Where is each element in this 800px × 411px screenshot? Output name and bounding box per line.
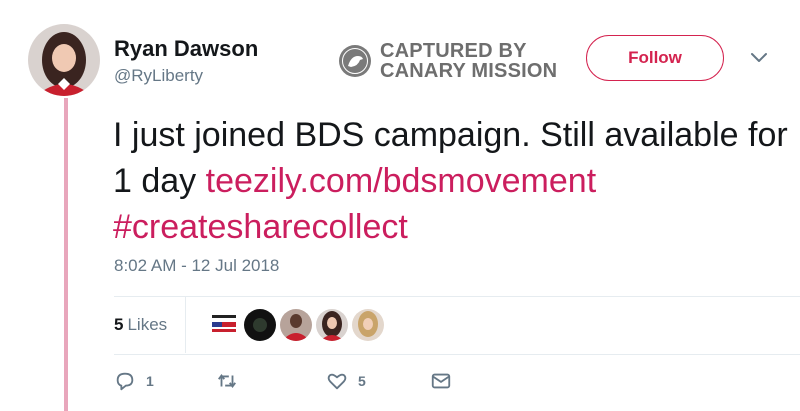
liker-avatar[interactable] — [208, 309, 241, 341]
chevron-down-icon[interactable] — [750, 52, 768, 64]
direct-message-button[interactable] — [430, 370, 452, 392]
reply-count: 1 — [146, 373, 154, 389]
canary-seal-icon — [339, 45, 371, 77]
liker-avatar[interactable] — [316, 309, 349, 341]
likes-number: 5 — [114, 315, 124, 334]
user-handle[interactable]: @RyLiberty — [114, 66, 203, 86]
like-count: 5 — [358, 373, 366, 389]
divider — [114, 354, 800, 355]
avatar[interactable] — [28, 24, 100, 96]
envelope-icon — [431, 373, 451, 389]
follow-button[interactable]: Follow — [586, 35, 724, 81]
reply-icon — [116, 372, 134, 391]
divider — [185, 297, 187, 353]
likes-count[interactable]: 5 Likes — [114, 315, 167, 335]
watermark-line1: CAPTURED BY — [380, 40, 527, 62]
liker-avatar[interactable] — [352, 309, 385, 341]
thread-line — [64, 98, 68, 411]
liker-avatars — [208, 309, 388, 341]
retweet-icon — [218, 373, 236, 389]
canary-mission-watermark: CAPTURED BY CANARY MISSION — [338, 41, 557, 81]
watermark-line2: CANARY MISSION — [380, 60, 558, 82]
display-name[interactable]: Ryan Dawson — [114, 36, 258, 62]
likes-row: 5 Likes — [114, 297, 794, 353]
heart-icon — [327, 373, 347, 390]
tweet-timestamp[interactable]: 8:02 AM - 12 Jul 2018 — [114, 256, 279, 276]
tweet-hashtag[interactable]: #createsharecollect — [113, 208, 408, 246]
likes-label: Likes — [127, 315, 168, 334]
tweet-text: I just joined BDS campaign. Still availa… — [113, 112, 793, 250]
reply-button[interactable]: 1 — [114, 370, 154, 392]
retweet-button[interactable] — [216, 370, 248, 392]
liker-avatar[interactable] — [244, 309, 277, 341]
liker-avatar[interactable] — [280, 309, 313, 341]
tweet-actions: 1 5 — [114, 370, 514, 400]
tweet-link[interactable]: teezily.com/bdsmovement — [206, 162, 597, 200]
like-button[interactable]: 5 — [326, 370, 366, 392]
